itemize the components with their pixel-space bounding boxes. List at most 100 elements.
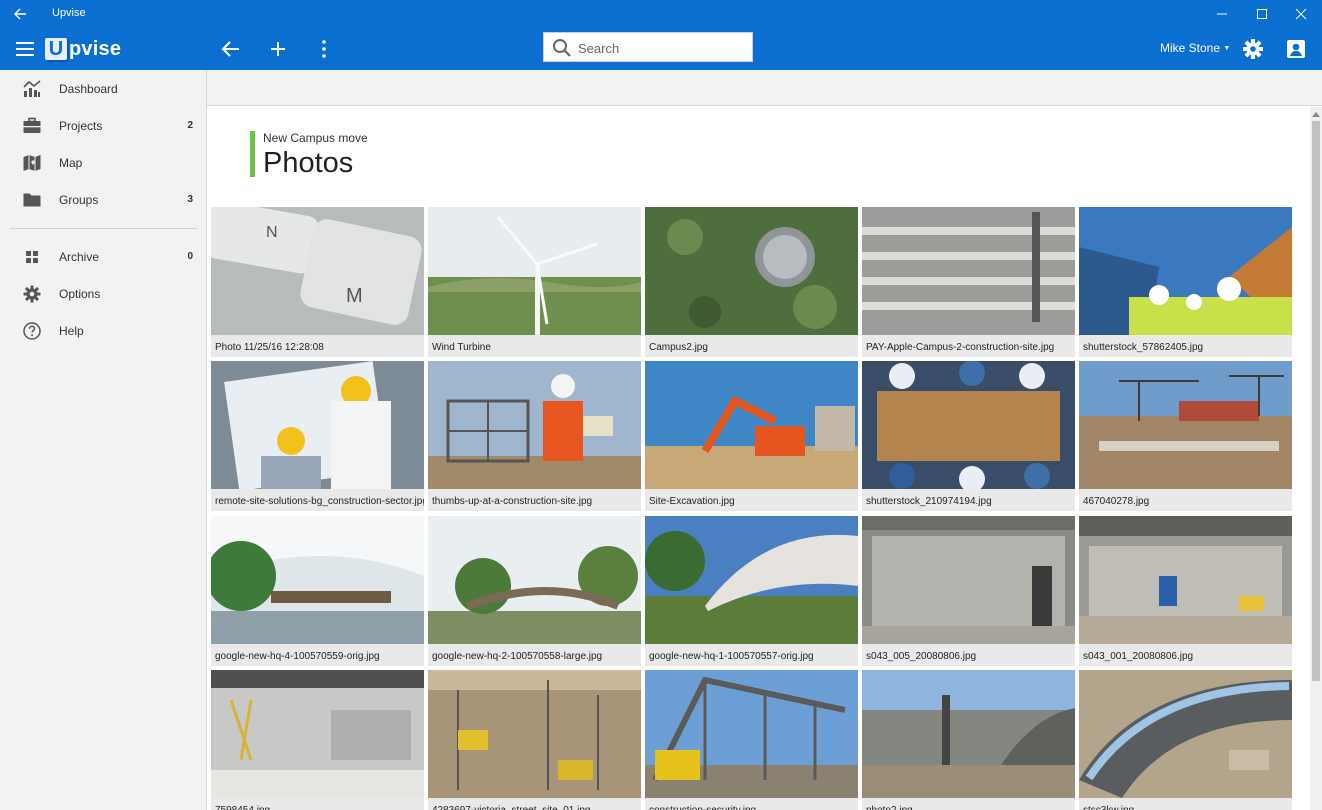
- archive-grid-icon: [26, 251, 38, 263]
- logo-text: pvise: [69, 37, 122, 60]
- vertical-scrollbar[interactable]: [1310, 107, 1322, 810]
- briefcase-icon: [23, 117, 41, 133]
- user-menu[interactable]: Mike Stone ▼: [1160, 41, 1230, 55]
- sidebar-item-dashboard[interactable]: Dashboard: [0, 70, 206, 107]
- sidebar-item-archive[interactable]: Archive 0: [0, 238, 206, 275]
- title-accent-bar: [250, 131, 255, 177]
- photo-tile[interactable]: 7598454.jpg: [211, 670, 424, 810]
- photo-caption: construction-security.jpg: [645, 798, 858, 810]
- sidebar-item-help[interactable]: Help: [0, 312, 206, 349]
- photo-thumbnail: [211, 516, 424, 644]
- minimize-icon[interactable]: [1211, 4, 1233, 24]
- photo-tile[interactable]: s043_001_20080806.jpg: [1079, 516, 1292, 667]
- photo-thumbnail: [862, 516, 1075, 644]
- photo-tile[interactable]: Campus2.jpg: [645, 207, 858, 358]
- photo-caption: google-new-hq-1-100570557-orig.jpg: [645, 644, 858, 666]
- photo-thumbnail: [862, 207, 1075, 335]
- photo-tile[interactable]: google-new-hq-4-100570559-orig.jpg: [211, 516, 424, 667]
- scrollbar-thumb[interactable]: [1312, 121, 1320, 681]
- svg-text:M: M: [346, 285, 363, 307]
- photo-thumbnail: [645, 207, 858, 335]
- user-name: Mike Stone: [1160, 41, 1221, 55]
- sidebar-item-label: Archive: [59, 250, 100, 264]
- photo-caption: s043_001_20080806.jpg: [1079, 644, 1292, 666]
- photo-caption: 4283697-victoria_street_site_01.jpg: [428, 798, 641, 810]
- photo-caption: thumbs-up-at-a-construction-site.jpg: [428, 489, 641, 511]
- caret-down-icon: ▼: [1223, 45, 1231, 52]
- add-icon[interactable]: [265, 36, 291, 62]
- sidebar-item-map[interactable]: Map: [0, 144, 206, 181]
- search-icon: [553, 39, 571, 57]
- photo-thumbnail: [862, 670, 1075, 798]
- sidebar-item-options[interactable]: Options: [0, 275, 206, 312]
- count-badge: 2: [187, 120, 193, 131]
- help-icon: [23, 322, 41, 340]
- back-arrow-icon[interactable]: [218, 36, 244, 62]
- photo-caption: s043_005_20080806.jpg: [862, 644, 1075, 666]
- account-icon[interactable]: [1283, 36, 1309, 62]
- more-options-icon[interactable]: [311, 36, 337, 62]
- photo-tile[interactable]: s043_005_20080806.jpg: [862, 516, 1075, 667]
- photo-caption: shutterstock_210974194.jpg: [862, 489, 1075, 511]
- photo-caption: photo2.jpg: [862, 798, 1075, 810]
- logo-mark: U: [45, 38, 67, 60]
- photo-tile[interactable]: Wind Turbine: [428, 207, 641, 358]
- photo-thumbnail: [645, 361, 858, 489]
- photo-tile[interactable]: google-new-hq-1-100570557-orig.jpg: [645, 516, 858, 667]
- gear-icon: [23, 285, 41, 303]
- photo-tile[interactable]: thumbs-up-at-a-construction-site.jpg: [428, 361, 641, 512]
- back-arrow-icon[interactable]: [10, 4, 32, 24]
- photo-thumbnail: [428, 516, 641, 644]
- photo-caption: remote-site-solutions-bg_construction-se…: [211, 489, 424, 511]
- photo-tile[interactable]: shutterstock_210974194.jpg: [862, 361, 1075, 512]
- sidebar-item-groups[interactable]: Groups 3: [0, 181, 206, 218]
- photo-tile[interactable]: remote-site-solutions-bg_construction-se…: [211, 361, 424, 512]
- dashboard-icon: [23, 80, 41, 97]
- main-content: New Campus move Photos NM Photo 11/25/16…: [207, 107, 1310, 810]
- photo-caption: 7598454.jpg: [211, 798, 424, 810]
- photo-thumbnail: [211, 670, 424, 798]
- close-icon[interactable]: [1290, 4, 1312, 24]
- app-bar: U pvise Mike Stone ▼: [0, 28, 1322, 70]
- hamburger-menu-icon[interactable]: [12, 36, 38, 62]
- photo-thumbnail: [645, 516, 858, 644]
- photo-thumbnail: [1079, 361, 1292, 489]
- page-subtitle: New Campus move: [263, 131, 368, 145]
- photo-tile[interactable]: stsc3kw.jpg: [1079, 670, 1292, 810]
- search-input[interactable]: [578, 39, 748, 57]
- folder-icon: [23, 193, 41, 207]
- photo-thumbnail: [862, 361, 1075, 489]
- photo-caption: PAY-Apple-Campus-2-construction-site.jpg: [862, 335, 1075, 357]
- sidebar-item-label: Groups: [59, 193, 99, 207]
- gear-icon[interactable]: [1240, 36, 1266, 62]
- upvise-logo: U pvise: [45, 37, 121, 61]
- sidebar: Dashboard Projects 2 Map Groups 3 Archiv…: [0, 70, 207, 810]
- photo-thumbnail: [428, 361, 641, 489]
- photo-tile[interactable]: 4283697-victoria_street_site_01.jpg: [428, 670, 641, 810]
- photo-thumbnail: NM: [211, 207, 424, 335]
- window-title: Upvise: [52, 7, 86, 19]
- photo-caption: google-new-hq-2-100570558-large.jpg: [428, 644, 641, 666]
- photo-tile[interactable]: NM Photo 11/25/16 12:28:08: [211, 207, 424, 358]
- search-box[interactable]: [543, 32, 753, 62]
- photo-thumbnail: [1079, 670, 1292, 798]
- count-badge: 0: [187, 251, 193, 262]
- photo-tile[interactable]: construction-security.jpg: [645, 670, 858, 810]
- photo-tile[interactable]: shutterstock_57862405.jpg: [1079, 207, 1292, 358]
- photo-tile[interactable]: Site-Excavation.jpg: [645, 361, 858, 512]
- scroll-up-icon[interactable]: [1312, 111, 1320, 117]
- maximize-icon[interactable]: [1251, 4, 1273, 24]
- toolbar-strip: [207, 70, 1322, 106]
- sidebar-item-label: Map: [59, 156, 83, 170]
- sidebar-item-label: Help: [59, 324, 84, 338]
- photo-caption: 467040278.jpg: [1079, 489, 1292, 511]
- svg-text:N: N: [266, 224, 278, 241]
- sidebar-item-projects[interactable]: Projects 2: [0, 107, 206, 144]
- photo-thumbnail: [428, 670, 641, 798]
- photo-tile[interactable]: google-new-hq-2-100570558-large.jpg: [428, 516, 641, 667]
- photo-thumbnail: [428, 207, 641, 335]
- title-bar: Upvise: [0, 0, 1322, 28]
- photo-tile[interactable]: PAY-Apple-Campus-2-construction-site.jpg: [862, 207, 1075, 358]
- photo-tile[interactable]: 467040278.jpg: [1079, 361, 1292, 512]
- photo-tile[interactable]: photo2.jpg: [862, 670, 1075, 810]
